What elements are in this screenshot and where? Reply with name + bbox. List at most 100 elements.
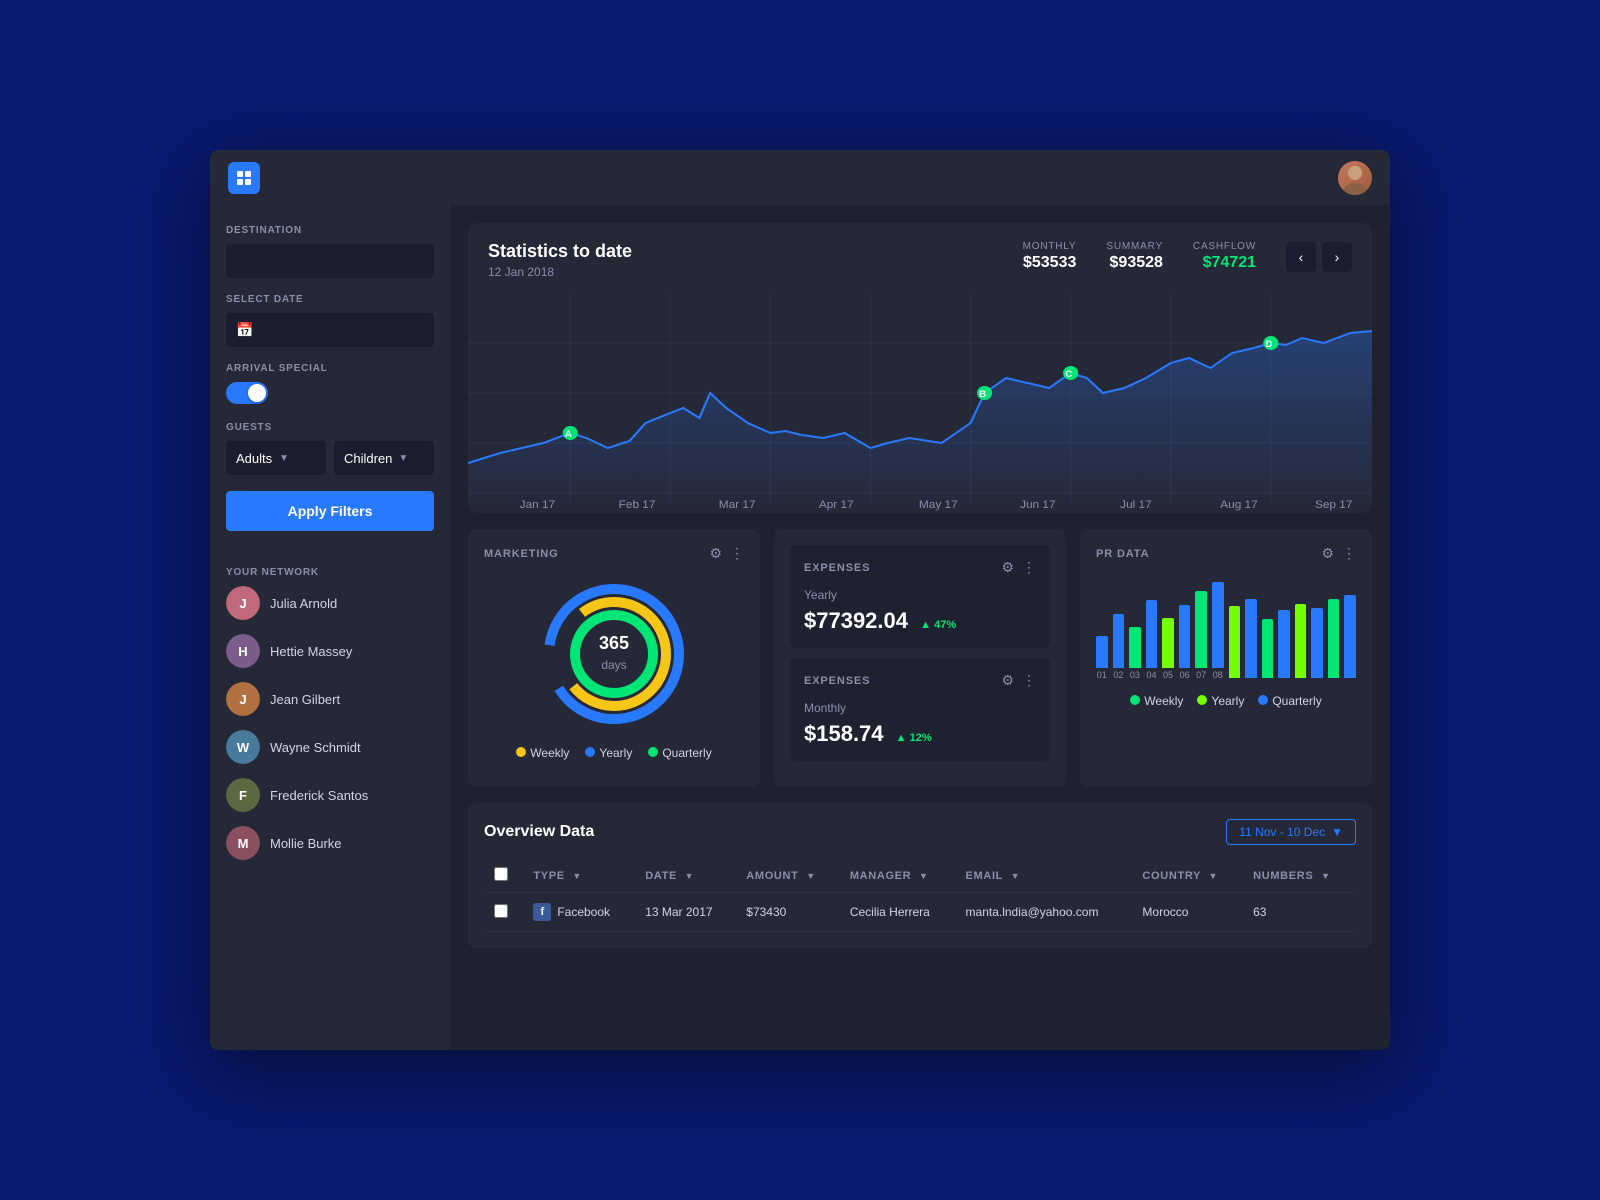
apply-filters-button[interactable]: Apply Filters — [226, 491, 434, 531]
legend-weekly: Weekly — [516, 746, 569, 760]
stats-metrics: MONTHLY $53533 SUMMARY $93528 CASHFLOW $… — [1023, 241, 1352, 272]
yearly-label: Yearly — [804, 588, 1036, 602]
pr-data-card: PR DATA ⚙ ⋮ 01 02 03 04 05 — [1080, 529, 1372, 787]
chart-next-button[interactable]: › — [1322, 242, 1352, 272]
col-manager[interactable]: MANAGER ▼ — [840, 859, 956, 893]
col-checkbox — [484, 859, 523, 893]
overview-card: Overview Data 11 Nov - 10 Dec ▼ TYPE ▼ D… — [468, 803, 1372, 948]
bar-item: 04 — [1146, 600, 1158, 680]
bar-label: 07 — [1196, 670, 1206, 680]
bar-label: 05 — [1163, 670, 1173, 680]
network-avatar: J — [226, 682, 260, 716]
monthly-more-icon[interactable]: ⋮ — [1022, 672, 1036, 689]
network-name: Mollie Burke — [270, 836, 342, 851]
monthly-settings-icon[interactable]: ⚙ — [1001, 672, 1014, 689]
date-range-button[interactable]: 11 Nov - 10 Dec ▼ — [1226, 819, 1356, 845]
bar — [1212, 582, 1224, 668]
network-name: Jean Gilbert — [270, 692, 340, 707]
bar — [1344, 595, 1356, 678]
pr-legend: Weekly Yearly Quarterly — [1096, 694, 1356, 708]
network-item[interactable]: J Julia Arnold — [226, 586, 434, 620]
col-amount[interactable]: AMOUNT ▼ — [736, 859, 840, 893]
pr-legend-quarterly: Quarterly — [1258, 694, 1321, 708]
more-icon[interactable]: ⋮ — [730, 545, 744, 562]
settings-icon[interactable]: ⚙ — [709, 545, 722, 562]
donut-days-number: 365 — [599, 634, 629, 654]
bar — [1096, 636, 1108, 668]
bar-label: 08 — [1213, 670, 1223, 680]
cards-row: MARKETING ⚙ ⋮ — [468, 529, 1372, 787]
adults-dropdown[interactable]: Adults ▼ — [226, 441, 326, 475]
avatar[interactable] — [1338, 161, 1372, 195]
monthly-metric: MONTHLY $53533 — [1023, 241, 1077, 272]
table-row: f Facebook 13 Mar 2017 $73430 Cecilia He… — [484, 893, 1356, 932]
overview-title: Overview Data — [484, 823, 594, 841]
pr-title: PR DATA — [1096, 548, 1149, 560]
bar-item — [1245, 599, 1257, 680]
pr-settings-icon[interactable]: ⚙ — [1321, 545, 1334, 562]
stats-date: 12 Jan 2018 — [488, 265, 632, 279]
donut-center: 365 days — [599, 634, 629, 674]
overview-table: TYPE ▼ DATE ▼ AMOUNT ▼ MANAGER ▼ EMAIL ▼… — [484, 859, 1356, 932]
destination-input[interactable] — [226, 244, 434, 278]
pr-legend-weekly: Weekly — [1130, 694, 1183, 708]
bar — [1278, 610, 1290, 678]
row-checkbox[interactable] — [494, 904, 508, 918]
app-logo[interactable] — [228, 162, 260, 194]
bar-item — [1344, 595, 1356, 680]
marketing-card-icons: ⚙ ⋮ — [709, 545, 744, 562]
bar — [1146, 600, 1158, 668]
marketing-title: MARKETING — [484, 548, 559, 560]
bar — [1311, 608, 1323, 678]
bar-label: 03 — [1130, 670, 1140, 680]
arrival-special-toggle[interactable] — [226, 382, 268, 404]
expenses-monthly-header: EXPENSES ⚙ ⋮ — [804, 672, 1036, 689]
yearly-amount: $77392.04 ▲ 47% — [804, 608, 1036, 634]
calendar-icon: 📅 — [236, 322, 253, 339]
col-date[interactable]: DATE ▼ — [635, 859, 736, 893]
stats-title: Statistics to date — [488, 241, 632, 262]
network-item[interactable]: J Jean Gilbert — [226, 682, 434, 716]
bar — [1195, 591, 1207, 668]
pr-legend-yearly: Yearly — [1197, 694, 1244, 708]
col-country[interactable]: COUNTRY ▼ — [1132, 859, 1243, 893]
avatar-img: M — [226, 826, 260, 860]
col-type[interactable]: TYPE ▼ — [523, 859, 635, 893]
monthly-value: $53533 — [1023, 254, 1077, 272]
bar-label: 06 — [1180, 670, 1190, 680]
date-input[interactable] — [226, 313, 434, 347]
children-label: Children — [344, 451, 392, 466]
row-type: f Facebook — [523, 893, 635, 932]
select-all-checkbox[interactable] — [494, 867, 508, 881]
bar — [1245, 599, 1257, 678]
arrival-special-label: ARRIVAL SPECIAL — [226, 363, 434, 374]
bar-item: 02 — [1113, 614, 1125, 680]
col-numbers[interactable]: NUMBERS ▼ — [1243, 859, 1356, 893]
bar-item — [1311, 608, 1323, 680]
network-item[interactable]: M Mollie Burke — [226, 826, 434, 860]
summary-value: $93528 — [1106, 254, 1163, 272]
network-item[interactable]: H Hettie Massey — [226, 634, 434, 668]
network-item[interactable]: F Frederick Santos — [226, 778, 434, 812]
row-manager: Cecilia Herrera — [840, 893, 956, 932]
pr-bars: 01 02 03 04 05 06 07 08 — [1096, 574, 1356, 684]
bar — [1229, 606, 1241, 678]
expenses-more-icon[interactable]: ⋮ — [1022, 559, 1036, 576]
cashflow-value: $74721 — [1193, 254, 1256, 272]
adults-label: Adults — [236, 451, 273, 466]
bar-label: 02 — [1113, 670, 1123, 680]
col-email[interactable]: EMAIL ▼ — [956, 859, 1133, 893]
pr-more-icon[interactable]: ⋮ — [1342, 545, 1356, 562]
network-item[interactable]: W Wayne Schmidt — [226, 730, 434, 764]
children-dropdown[interactable]: Children ▼ — [334, 441, 434, 475]
date-input-wrap: 📅 — [226, 313, 434, 347]
bar-item: 03 — [1129, 627, 1141, 680]
marketing-card: MARKETING ⚙ ⋮ — [468, 529, 760, 787]
bar — [1328, 599, 1340, 678]
chart-prev-button[interactable]: ‹ — [1286, 242, 1316, 272]
expenses-settings-icon[interactable]: ⚙ — [1001, 559, 1014, 576]
table-body: f Facebook 13 Mar 2017 $73430 Cecilia He… — [484, 893, 1356, 932]
marketing-card-header: MARKETING ⚙ ⋮ — [484, 545, 744, 562]
monthly-amount: $158.74 ▲ 12% — [804, 721, 1036, 747]
main-content: Statistics to date 12 Jan 2018 MONTHLY $… — [450, 205, 1390, 1050]
